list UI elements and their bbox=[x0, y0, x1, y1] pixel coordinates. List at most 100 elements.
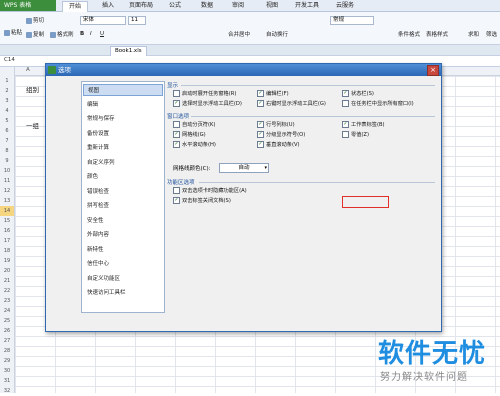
paste-button[interactable]: 粘贴 bbox=[4, 28, 22, 36]
checkbox-checked-icon[interactable]: ✓ bbox=[173, 196, 180, 204]
dialog-title-bar[interactable]: 选项 × bbox=[46, 64, 441, 76]
nav-item[interactable]: 备份设置 bbox=[83, 128, 163, 140]
font-size-select[interactable]: 11 bbox=[128, 16, 146, 25]
option-checkbox[interactable]: 自动分页符(K) bbox=[173, 120, 215, 128]
checkbox-empty-icon[interactable] bbox=[173, 89, 180, 97]
option-checkbox[interactable]: ✓ 网格线(G) bbox=[173, 130, 206, 138]
checkbox-empty-icon[interactable] bbox=[342, 99, 349, 107]
nav-item[interactable]: 快速访问工具栏 bbox=[83, 287, 163, 299]
grid-color-select[interactable]: 自动 ▾ bbox=[219, 163, 269, 173]
cut-button[interactable]: 剪切 bbox=[26, 16, 44, 24]
italic-button[interactable]: I bbox=[90, 31, 92, 37]
name-box[interactable]: C14 bbox=[4, 57, 38, 64]
document-tab[interactable]: Book1.xls bbox=[110, 46, 147, 56]
row-header[interactable]: 19 bbox=[0, 256, 14, 266]
close-icon[interactable]: × bbox=[427, 65, 439, 76]
row-header[interactable]: 6 bbox=[0, 126, 14, 136]
row-header[interactable]: 27 bbox=[0, 336, 14, 346]
option-checkbox[interactable]: 零值(Z) bbox=[342, 130, 369, 138]
tab-review[interactable]: 审阅 bbox=[228, 1, 248, 11]
checkbox-empty-icon[interactable] bbox=[342, 130, 349, 138]
nav-item[interactable]: 拼写检查 bbox=[83, 200, 163, 212]
option-checkbox[interactable]: ✓ 工作表标签(B) bbox=[342, 120, 385, 128]
row-header[interactable]: 8 bbox=[0, 146, 14, 156]
tab-home[interactable]: 开始 bbox=[62, 1, 88, 12]
row-header[interactable]: 3 bbox=[0, 96, 14, 106]
row-header[interactable]: 31 bbox=[0, 376, 14, 386]
checkbox-empty-icon[interactable] bbox=[173, 120, 180, 128]
row-header[interactable]: 21 bbox=[0, 276, 14, 286]
merge-center-button[interactable]: 合并居中 bbox=[228, 30, 250, 38]
tab-developer[interactable]: 开发工具 bbox=[290, 1, 324, 11]
nav-item[interactable]: 自定义序列 bbox=[83, 157, 163, 169]
bold-button[interactable]: B bbox=[80, 31, 84, 37]
row-header[interactable]: 26 bbox=[0, 326, 14, 336]
row-header[interactable]: 22 bbox=[0, 286, 14, 296]
option-checkbox[interactable]: ✓ 双击标签关闭文档(S) bbox=[173, 196, 231, 204]
tab-view[interactable]: 视图 bbox=[262, 1, 282, 11]
row-header[interactable]: 14 bbox=[0, 206, 14, 216]
option-checkbox[interactable]: ✓ 水平滚动条(H) bbox=[173, 140, 216, 148]
tab-page-layout[interactable]: 页面布局 bbox=[124, 1, 158, 11]
row-header[interactable]: 30 bbox=[0, 366, 14, 376]
underline-button[interactable]: U bbox=[100, 31, 104, 37]
checkbox-checked-icon[interactable]: ✓ bbox=[342, 89, 349, 97]
filter-button[interactable]: 筛选 bbox=[486, 30, 497, 38]
checkbox-checked-icon[interactable]: ✓ bbox=[173, 140, 180, 148]
wrap-text-button[interactable]: 自动换行 bbox=[266, 30, 288, 38]
checkbox-checked-icon[interactable]: ✓ bbox=[257, 120, 264, 128]
row-header[interactable]: 5 bbox=[0, 116, 14, 126]
column-header-a[interactable]: A bbox=[26, 67, 30, 73]
tab-insert[interactable]: 插入 bbox=[98, 1, 118, 11]
sum-button[interactable]: 求和 bbox=[468, 30, 479, 38]
row-header[interactable]: 32 bbox=[0, 386, 14, 396]
nav-item[interactable]: 信任中心 bbox=[83, 258, 163, 270]
nav-item[interactable]: 自定义功能区 bbox=[83, 273, 163, 285]
checkbox-checked-icon[interactable]: ✓ bbox=[257, 140, 264, 148]
option-checkbox[interactable]: ✓ 分级显示符号(O) bbox=[257, 130, 305, 138]
nav-item[interactable]: 新特性 bbox=[83, 244, 163, 256]
row-header[interactable]: 15 bbox=[0, 216, 14, 226]
row-header[interactable]: 18 bbox=[0, 246, 14, 256]
option-checkbox[interactable]: ✓ 编辑栏(F) bbox=[257, 89, 289, 97]
row-header[interactable]: 24 bbox=[0, 306, 14, 316]
option-checkbox[interactable]: ✓ 行号列标(U) bbox=[257, 120, 295, 128]
format-painter-button[interactable]: 格式刷 bbox=[50, 30, 74, 38]
row-header[interactable]: 4 bbox=[0, 106, 14, 116]
row-header[interactable]: 16 bbox=[0, 226, 14, 236]
row-header[interactable]: 20 bbox=[0, 266, 14, 276]
nav-item[interactable]: 外部内容 bbox=[83, 229, 163, 241]
nav-item[interactable]: 编辑 bbox=[83, 99, 163, 111]
row-header[interactable]: 17 bbox=[0, 236, 14, 246]
nav-item[interactable]: 颜色 bbox=[83, 171, 163, 183]
row-header[interactable]: 7 bbox=[0, 136, 14, 146]
checkbox-checked-icon[interactable]: ✓ bbox=[173, 130, 180, 138]
row-header[interactable]: 13 bbox=[0, 196, 14, 206]
table-style-button[interactable]: 表格样式 bbox=[426, 30, 448, 38]
tab-data[interactable]: 数据 bbox=[197, 1, 217, 11]
nav-item[interactable]: 错误检查 bbox=[83, 186, 163, 198]
checkbox-checked-icon[interactable]: ✓ bbox=[257, 89, 264, 97]
tab-formulas[interactable]: 公式 bbox=[165, 1, 185, 11]
checkbox-checked-icon[interactable]: ✓ bbox=[257, 130, 264, 138]
wps-logo-menu[interactable]: WPS 表格 bbox=[0, 0, 56, 11]
nav-item[interactable]: 安全性 bbox=[83, 215, 163, 227]
nav-item[interactable]: 视图 bbox=[83, 84, 163, 96]
cell-group-value[interactable]: 一组 bbox=[26, 120, 39, 130]
option-checkbox[interactable]: 在任务栏中显示所有窗口(I) bbox=[342, 99, 414, 107]
copy-button[interactable]: 复制 bbox=[26, 30, 44, 38]
option-checkbox[interactable]: ✓ 右键时显示浮动工具栏(G) bbox=[257, 99, 326, 107]
row-header[interactable]: 28 bbox=[0, 346, 14, 356]
row-header[interactable]: 1 bbox=[0, 76, 14, 86]
row-header[interactable]: 25 bbox=[0, 316, 14, 326]
conditional-format-button[interactable]: 条件格式 bbox=[398, 30, 420, 38]
row-header[interactable]: 2 bbox=[0, 86, 14, 96]
row-header[interactable]: 29 bbox=[0, 356, 14, 366]
option-checkbox[interactable]: 双击选项卡时隐藏功能区(A) bbox=[173, 186, 247, 194]
checkbox-checked-icon[interactable]: ✓ bbox=[342, 120, 349, 128]
row-header[interactable]: 9 bbox=[0, 156, 14, 166]
checkbox-checked-icon[interactable]: ✓ bbox=[173, 99, 180, 107]
row-header[interactable]: 23 bbox=[0, 296, 14, 306]
option-checkbox[interactable]: ✓ 状态栏(S) bbox=[342, 89, 374, 97]
row-header[interactable]: 10 bbox=[0, 166, 14, 176]
